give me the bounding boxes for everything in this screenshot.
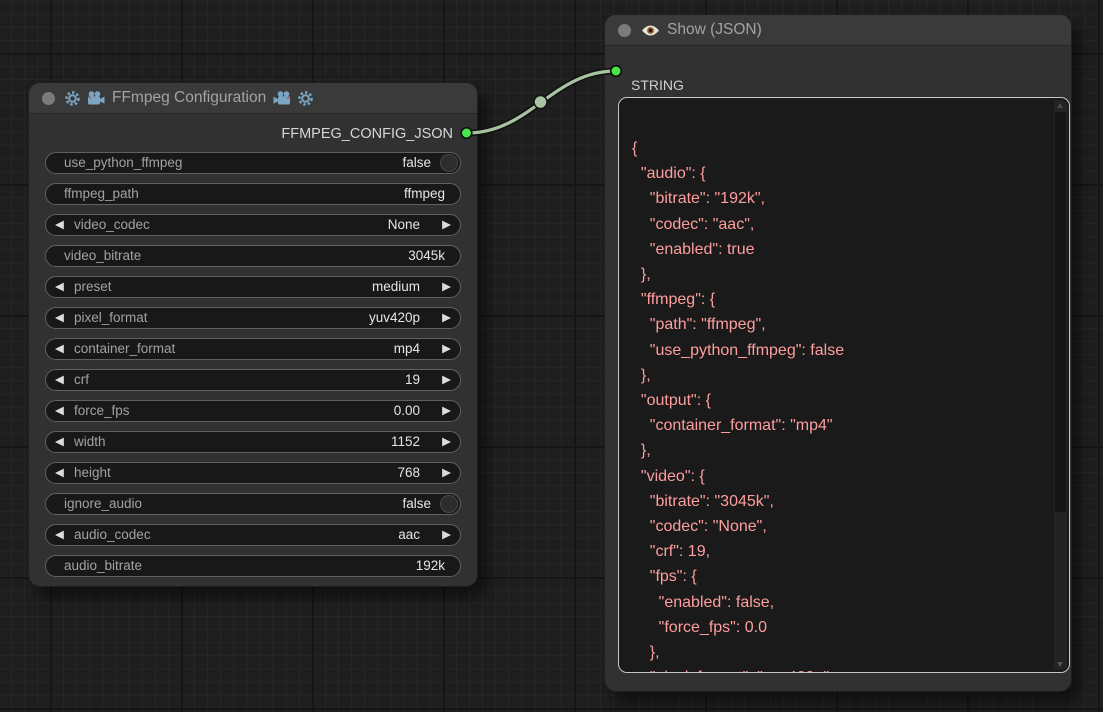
widget-value: aac [398, 525, 420, 545]
widget-value: 3045k [408, 246, 445, 266]
widget-label: ffmpeg_path [64, 184, 139, 204]
widget-label: audio_codec [74, 525, 151, 545]
widget-height[interactable]: ◀ height 768 ▶ [45, 462, 461, 484]
widget-audio_bitrate[interactable]: audio_bitrate 192k [45, 555, 461, 577]
widget-value: 1152 [391, 432, 420, 452]
decrement-arrow-icon[interactable]: ◀ [55, 277, 64, 297]
widget-value: 19 [405, 370, 420, 390]
widget-value: 0.00 [394, 401, 420, 421]
widget-label: force_fps [74, 401, 130, 421]
widget-label: audio_bitrate [64, 556, 142, 576]
ffmpeg-output-port[interactable] [461, 128, 472, 139]
widget-label: ignore_audio [64, 494, 142, 514]
input-slot-label: STRING [631, 77, 684, 93]
node-ffmpeg-titlebar[interactable]: FFmpeg Configuration [29, 83, 477, 114]
widget-value: 768 [397, 463, 420, 483]
eye-icon [641, 24, 660, 37]
widget-video_codec[interactable]: ◀ video_codec None ▶ [45, 214, 461, 236]
output-slot: FFMPEG_CONFIG_JSON [29, 125, 453, 143]
widget-value: medium [372, 277, 420, 297]
collapse-dot[interactable] [618, 24, 631, 37]
widget-value: mp4 [394, 339, 420, 359]
widget-label: height [74, 463, 111, 483]
decrement-arrow-icon[interactable]: ◀ [55, 308, 64, 328]
increment-arrow-icon[interactable]: ▶ [442, 308, 451, 328]
output-slot-label: FFMPEG_CONFIG_JSON [281, 126, 453, 142]
widget-value: false [402, 153, 431, 173]
decrement-arrow-icon[interactable]: ◀ [55, 463, 64, 483]
increment-arrow-icon[interactable]: ▶ [442, 370, 451, 390]
decrement-arrow-icon[interactable]: ◀ [55, 525, 64, 545]
widget-value: None [388, 215, 420, 235]
scroll-up-arrow-icon[interactable] [1057, 103, 1063, 108]
widget-label: container_format [74, 339, 175, 359]
widget-ignore_audio[interactable]: ignore_audio false [45, 493, 461, 515]
widget-label: crf [74, 370, 89, 390]
scrollbar[interactable] [1054, 100, 1067, 670]
decrement-arrow-icon[interactable]: ◀ [55, 339, 64, 359]
widget-label: width [74, 432, 106, 452]
node-editor-canvas[interactable]: FFmpeg Configuration FFMPEG_CONFIG_JSON [0, 0, 1103, 712]
widget-preset[interactable]: ◀ preset medium ▶ [45, 276, 461, 298]
widget-label: video_bitrate [64, 246, 141, 266]
scrollbar-thumb[interactable] [1055, 112, 1066, 512]
widget-use_python_ffmpeg[interactable]: use_python_ffmpeg false [45, 152, 461, 174]
widget-container_format[interactable]: ◀ container_format mp4 ▶ [45, 338, 461, 360]
movie-camera-icon [273, 91, 291, 106]
node-ffmpeg-configuration[interactable]: FFmpeg Configuration FFMPEG_CONFIG_JSON [28, 82, 478, 587]
increment-arrow-icon[interactable]: ▶ [442, 277, 451, 297]
widget-audio_codec[interactable]: ◀ audio_codec aac ▶ [45, 524, 461, 546]
gear-icon [298, 91, 313, 106]
widget-label: video_codec [74, 215, 150, 235]
toggle-knob[interactable] [440, 154, 458, 172]
widget-width[interactable]: ◀ width 1152 ▶ [45, 431, 461, 453]
increment-arrow-icon[interactable]: ▶ [442, 432, 451, 452]
gear-icon [65, 91, 80, 106]
decrement-arrow-icon[interactable]: ◀ [55, 401, 64, 421]
widget-force_fps[interactable]: ◀ force_fps 0.00 ▶ [45, 400, 461, 422]
scroll-down-arrow-icon[interactable] [1057, 662, 1063, 667]
node-title: Show (JSON) [667, 21, 762, 39]
widget-value: yuv420p [369, 308, 420, 328]
toggle-knob[interactable] [440, 495, 458, 513]
movie-camera-icon [87, 91, 105, 106]
collapse-dot[interactable] [42, 92, 55, 105]
increment-arrow-icon[interactable]: ▶ [442, 463, 451, 483]
decrement-arrow-icon[interactable]: ◀ [55, 370, 64, 390]
widget-label: pixel_format [74, 308, 148, 328]
widget-label: preset [74, 277, 112, 297]
json-text[interactable]: { "audio": { "bitrate": "192k", "codec":… [619, 98, 1069, 673]
link-midpoint-dot[interactable] [534, 96, 547, 109]
ffmpeg-widgets: use_python_ffmpeg false ffmpeg_path ffmp… [29, 152, 477, 577]
widget-video_bitrate[interactable]: video_bitrate 3045k [45, 245, 461, 267]
widget-crf[interactable]: ◀ crf 19 ▶ [45, 369, 461, 391]
increment-arrow-icon[interactable]: ▶ [442, 401, 451, 421]
json-display-area[interactable]: { "audio": { "bitrate": "192k", "codec":… [618, 97, 1070, 673]
increment-arrow-icon[interactable]: ▶ [442, 339, 451, 359]
widget-label: use_python_ffmpeg [64, 153, 182, 173]
increment-arrow-icon[interactable]: ▶ [442, 215, 451, 235]
widget-value: false [402, 494, 431, 514]
widget-value: 192k [416, 556, 445, 576]
show-input-port[interactable] [611, 66, 622, 77]
node-show-titlebar[interactable]: Show (JSON) [605, 15, 1071, 46]
decrement-arrow-icon[interactable]: ◀ [55, 215, 64, 235]
decrement-arrow-icon[interactable]: ◀ [55, 432, 64, 452]
node-title: FFmpeg Configuration [112, 89, 266, 107]
widget-value: ffmpeg [404, 184, 445, 204]
node-show-json[interactable]: Show (JSON) STRING { "audio": { "bitrate… [604, 14, 1072, 692]
widget-pixel_format[interactable]: ◀ pixel_format yuv420p ▶ [45, 307, 461, 329]
widget-ffmpeg_path[interactable]: ffmpeg_path ffmpeg [45, 183, 461, 205]
increment-arrow-icon[interactable]: ▶ [442, 525, 451, 545]
